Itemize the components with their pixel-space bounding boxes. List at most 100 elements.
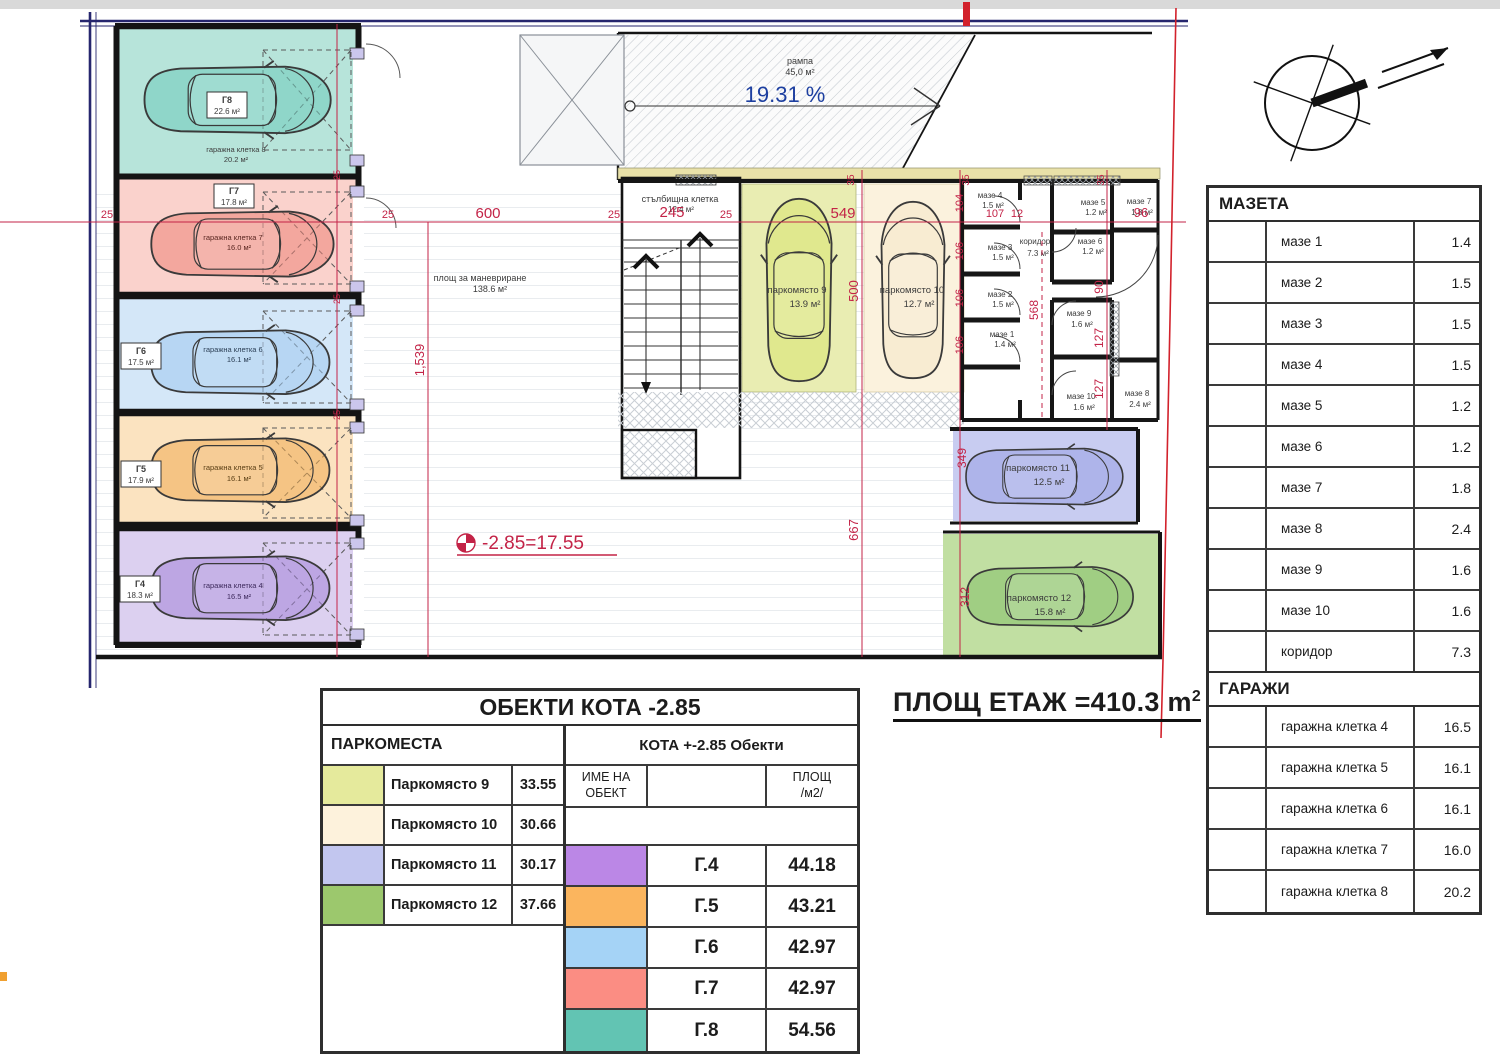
svg-text:106: 106 [954, 242, 966, 260]
row-value: 37.66 [511, 886, 563, 924]
svg-text:16.1 м²: 16.1 м² [227, 474, 252, 483]
svg-text:Г7: Г7 [229, 186, 239, 196]
row-label: мазе 8 [1267, 509, 1413, 548]
parking-11-12: паркомясто 11 12.5 м² паркомясто 12 15.8… [943, 429, 1160, 657]
garage-cells: Г8 22.6 м² Г7 17.8 м² Г6 17.5 м² Г5 17.9… [115, 26, 400, 645]
table-row: гаражна клетка 716.0 [1209, 830, 1479, 871]
svg-text:25: 25 [332, 410, 342, 420]
svg-text:18.3 м²: 18.3 м² [127, 591, 153, 600]
ramp-area-label: 45,0 м² [785, 67, 814, 77]
ramp-label: рампа [787, 56, 813, 66]
svg-text:25: 25 [101, 209, 113, 221]
hatched-strip [618, 392, 964, 428]
row-value: 1.8 [1413, 468, 1479, 507]
svg-text:Г8: Г8 [222, 95, 232, 105]
parking-section: ПАРКОМЕСТА Паркомясто 933.55 Паркомясто … [323, 726, 566, 1051]
color-swatch [323, 806, 385, 844]
svg-text:35: 35 [961, 174, 972, 186]
svg-text:16.5 м²: 16.5 м² [227, 592, 252, 601]
svg-text:17.9 м²: 17.9 м² [128, 476, 154, 485]
basements-garages-table: МАЗЕТА мазе 11.4 мазе 21.5 мазе 31.5 маз… [1206, 185, 1482, 915]
row-label: гаражна клетка 4 [1267, 707, 1413, 746]
mazeta-title: МАЗЕТА [1209, 188, 1479, 222]
table-row: Паркомясто 1030.66 [323, 806, 563, 846]
row-value: 30.17 [511, 846, 563, 884]
table-row: мазе 41.5 [1209, 345, 1479, 386]
color-swatch [566, 846, 648, 885]
svg-text:312: 312 [958, 587, 972, 607]
table-row: мазе 91.6 [1209, 550, 1479, 591]
svg-text:667: 667 [846, 519, 861, 541]
svg-text:мазе 2: мазе 2 [988, 290, 1013, 299]
row-label: Г.6 [648, 928, 765, 967]
svg-text:549: 549 [830, 205, 855, 222]
color-swatch [566, 887, 648, 926]
svg-text:1.2 м²: 1.2 м² [1082, 247, 1104, 256]
table-row: Паркомясто 1237.66 [323, 886, 563, 926]
svg-text:1.5 м²: 1.5 м² [992, 253, 1014, 262]
color-swatch [323, 886, 385, 924]
shaft-room [622, 430, 696, 478]
row-value: 1.4 [1413, 222, 1479, 261]
row-label: Паркомясто 9 [385, 766, 511, 804]
row-label: гаражна клетка 6 [1267, 789, 1413, 828]
row-label: гаражна клетка 8 [1267, 871, 1413, 912]
svg-text:мазе 9: мазе 9 [1067, 309, 1092, 318]
svg-text:96: 96 [1134, 205, 1148, 220]
table-row: мазе 51.2 [1209, 386, 1479, 427]
row-label: гаражна клетка 5 [1267, 748, 1413, 787]
spot11-label: паркомясто 11 [1006, 463, 1070, 474]
row-value: 1.5 [1413, 304, 1479, 343]
table-row: Г.543.21 [566, 887, 857, 928]
svg-text:349: 349 [955, 448, 969, 468]
ramp-slope-label: 19.31 % [745, 82, 826, 107]
svg-text:127: 127 [1092, 379, 1106, 399]
area-col-header: ПЛОЩ/м2/ [765, 766, 857, 806]
svg-text:Г4: Г4 [135, 579, 145, 589]
objects-section: КОТА +-2.85 Обекти ИМЕ НАОБЕКТ ПЛОЩ/м2/ … [566, 726, 857, 1051]
svg-text:гаражна клетка 4: гаражна клетка 4 [203, 581, 262, 590]
table-row: Г.444.18 [566, 846, 857, 887]
svg-text:мазе 4: мазе 4 [978, 191, 1003, 200]
row-label: мазе 10 [1267, 591, 1413, 630]
svg-text:12: 12 [1011, 208, 1023, 220]
svg-text:25: 25 [720, 209, 732, 221]
table-row: мазе 82.4 [1209, 509, 1479, 550]
shaft-box [520, 35, 624, 165]
row-value: 1.5 [1413, 263, 1479, 302]
svg-text:17.8 м²: 17.8 м² [221, 198, 247, 207]
spot10-area: 12.7 м² [904, 299, 935, 310]
spot12-label: паркомясто 12 [1007, 593, 1071, 604]
svg-text:16.1 м²: 16.1 м² [227, 355, 252, 364]
color-swatch [323, 766, 385, 804]
color-swatch [323, 846, 385, 884]
svg-text:площ за маневриране: площ за маневриране [434, 273, 527, 283]
floor-plan-sheet: рампа 45,0 м² 19.31 % [0, 0, 1500, 1061]
row-label: Г.7 [648, 969, 765, 1008]
svg-text:568: 568 [1027, 300, 1041, 320]
row-value: 16.1 [1413, 789, 1479, 828]
svg-text:25: 25 [332, 294, 342, 304]
color-swatch [566, 969, 648, 1008]
objects-table-title: ОБЕКТИ КОТА -2.85 [323, 691, 857, 726]
table-row: Г.642.97 [566, 928, 857, 969]
row-label: Г.4 [648, 846, 765, 885]
table-row: мазе 61.2 [1209, 427, 1479, 468]
table-row: мазе 101.6 [1209, 591, 1479, 632]
svg-text:1.2 м²: 1.2 м² [1085, 208, 1107, 217]
svg-text:1,539: 1,539 [412, 344, 427, 377]
row-value: 16.1 [1413, 748, 1479, 787]
svg-text:35: 35 [1096, 174, 1107, 186]
row-value: 33.55 [511, 766, 563, 804]
row-label: мазе 3 [1267, 304, 1413, 343]
table-row: Г.742.97 [566, 969, 857, 1010]
row-value: 7.3 [1413, 632, 1479, 671]
garages-title: ГАРАЖИ [1209, 673, 1479, 707]
row-label: мазе 5 [1267, 386, 1413, 425]
subheader-row: ИМЕ НАОБЕКТ ПЛОЩ/м2/ [566, 766, 857, 808]
svg-text:мазе 3: мазе 3 [988, 243, 1013, 252]
svg-text:мазе 6: мазе 6 [1078, 237, 1103, 246]
svg-text:гаражна клетка 7: гаражна клетка 7 [203, 233, 262, 242]
svg-text:гаражна клетка 8: гаражна клетка 8 [206, 145, 265, 154]
svg-text:мазе 1: мазе 1 [990, 330, 1015, 339]
